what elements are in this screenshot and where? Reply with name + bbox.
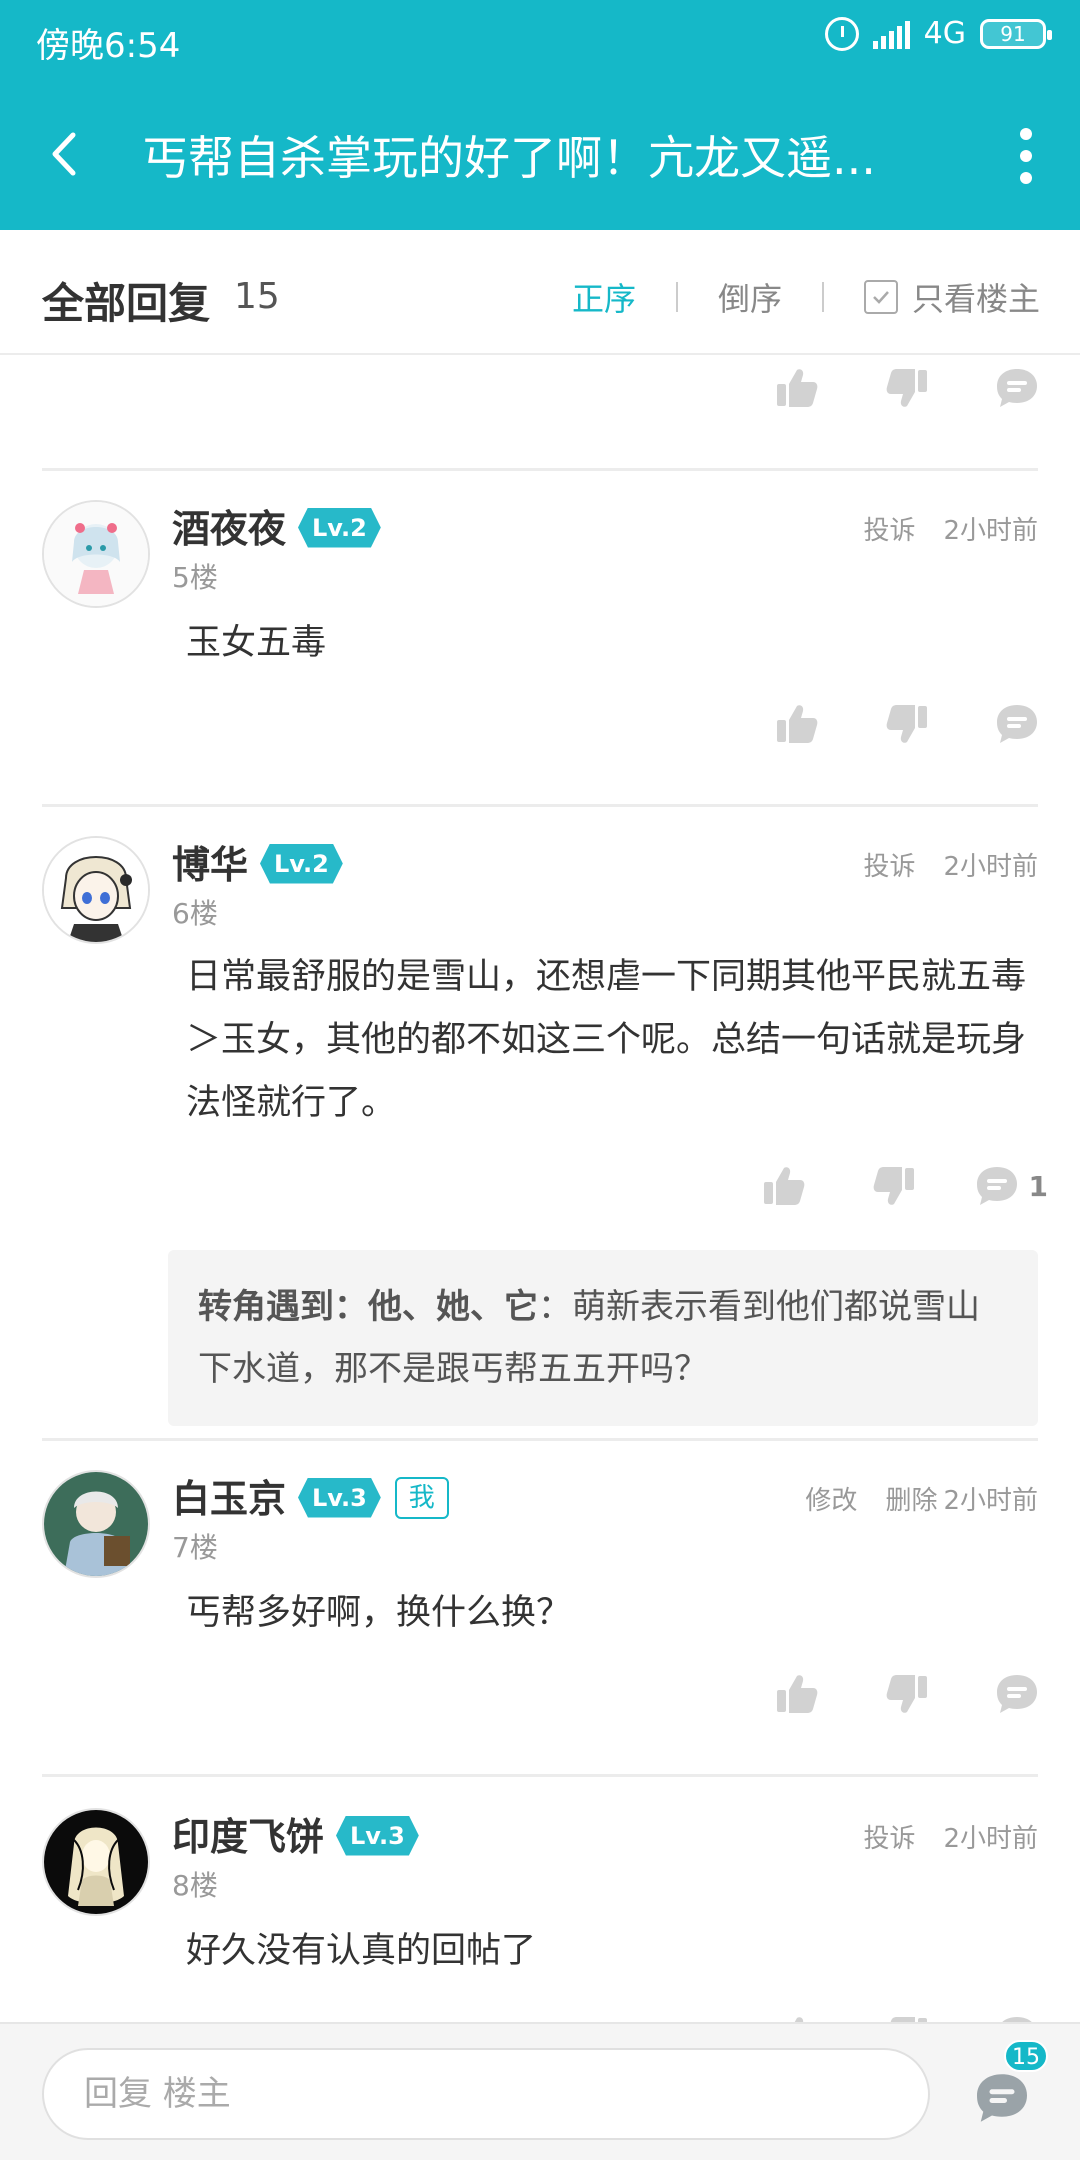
username[interactable]: 印度飞饼 Lv.3 — [172, 1806, 419, 1861]
post-time: 2小时前 — [943, 852, 1038, 882]
avatar[interactable] — [42, 500, 150, 608]
edit-button[interactable]: 修改 — [805, 1480, 857, 1517]
post-actions — [718, 2008, 1048, 2022]
divider — [42, 1438, 1038, 1441]
thumbs-down-icon[interactable] — [876, 696, 938, 752]
comment-icon[interactable] — [986, 2008, 1048, 2022]
post-meta: 投诉 2小时前 — [863, 846, 1038, 883]
only-op-toggle[interactable]: 只看楼主 — [863, 274, 1040, 320]
username-text: 印度飞饼 — [172, 1815, 325, 1859]
replies-count: 15 — [234, 276, 280, 317]
thumbs-up-icon[interactable] — [766, 360, 828, 416]
comment-icon — [977, 2074, 1027, 2122]
sub-reply-author[interactable]: 转角遇到：他、她、它 — [198, 1287, 538, 1327]
reply-count-badge: 15 — [1004, 2040, 1048, 2072]
sort-separator — [675, 282, 678, 312]
thumbs-down-icon[interactable] — [876, 2008, 938, 2022]
thumbs-up-icon[interactable] — [766, 2008, 828, 2022]
back-arrow-icon[interactable] — [40, 124, 90, 184]
username-text: 酒夜夜 — [172, 507, 287, 551]
post-actions: 1 — [705, 1158, 1048, 1214]
divider — [42, 1774, 1038, 1777]
battery-level: 91 — [1000, 21, 1026, 46]
alarm-icon — [824, 16, 859, 51]
comment-count: 1 — [1028, 1169, 1048, 1203]
thumbs-up-icon[interactable] — [766, 696, 828, 752]
floor-number: 7楼 — [172, 1531, 218, 1564]
avatar[interactable] — [42, 1808, 150, 1916]
reply-input[interactable]: 回复 楼主 — [42, 2048, 930, 2140]
title-bar: 丐帮自杀掌玩的好了啊！亢龙又遥... — [0, 100, 1080, 210]
reply-bar: 回复 楼主 — [0, 2022, 1080, 2160]
sort-separator — [821, 282, 824, 312]
level-badge: Lv.3 — [298, 1477, 381, 1518]
app-header: 傍晚6:54 4G 91 丐帮自杀掌玩的好了啊！亢龙又遥... — [0, 0, 1080, 230]
page-title: 丐帮自杀掌玩的好了啊！亢龙又遥... — [142, 131, 876, 185]
report-button[interactable]: 投诉 — [863, 846, 915, 883]
floor-number: 6楼 — [172, 897, 218, 930]
level-badge: Lv.2 — [260, 843, 343, 884]
replies-header: 全部回复 15 正序 倒序 只看楼主 — [0, 230, 1080, 355]
self-tag: 我 — [394, 1476, 449, 1519]
post-time: 2小时前 — [943, 1824, 1038, 1854]
replies-title: 全部回复 — [42, 279, 211, 328]
level-badge: Lv.3 — [336, 1815, 419, 1856]
username[interactable]: 白玉京 Lv.3 我 — [172, 1468, 449, 1523]
comment-icon[interactable] — [986, 696, 1048, 752]
divider — [42, 804, 1038, 807]
comment-icon[interactable] — [986, 1666, 1048, 1722]
sub-reply-sep: ： — [538, 1287, 572, 1327]
post-meta: 投诉 2小时前 — [863, 1818, 1038, 1855]
post-time: 2小时前 — [943, 516, 1038, 546]
sub-reply[interactable]: 转角遇到：他、她、它：萌新表示看到他们都说雪山下水道，那不是跟丐帮五五开吗？ — [168, 1250, 1038, 1426]
comment-button[interactable]: 1 — [973, 1158, 1048, 1214]
level-badge: Lv.2 — [298, 507, 381, 548]
post-meta: 投诉 2小时前 — [863, 510, 1038, 547]
floor-number: 8楼 — [172, 1869, 218, 1902]
comment-list-button[interactable] — [972, 2068, 1036, 2132]
status-icons: 4G 91 — [824, 16, 1052, 51]
reply-content: 日常最舒服的是雪山，还想虐一下同期其他平民就五毒＞玉女，其他的都不如这三个呢。总… — [186, 957, 1027, 1123]
status-bar: 傍晚6:54 4G 91 — [0, 0, 1080, 80]
floor-number: 5楼 — [172, 561, 218, 594]
only-op-label: 只看楼主 — [911, 280, 1040, 318]
status-time: 傍晚6:54 — [36, 26, 181, 66]
reply-content: 好久没有认真的回帖了 — [186, 1931, 537, 1971]
post-actions — [718, 696, 1048, 752]
reply-list[interactable]: 酒夜夜 Lv.2 5楼 投诉 2小时前 玉女五毒 博华 Lv.2 6楼 投诉 2… — [0, 356, 1080, 2022]
delete-button[interactable]: 删除 — [885, 1480, 937, 1517]
thumbs-up-icon[interactable] — [753, 1158, 815, 1214]
sort-desc-button[interactable]: 倒序 — [718, 274, 782, 320]
post-meta: 修改 删除 2小时前 — [805, 1480, 1038, 1517]
comment-icon[interactable] — [986, 360, 1048, 416]
sort-options: 正序 倒序 只看楼主 — [572, 274, 1040, 320]
username-text: 白玉京 — [172, 1477, 287, 1521]
signal-icon — [872, 19, 910, 49]
username[interactable]: 博华 Lv.2 — [172, 834, 343, 889]
username[interactable]: 酒夜夜 Lv.2 — [172, 498, 381, 553]
divider — [42, 468, 1038, 471]
thumbs-down-icon[interactable] — [863, 1158, 925, 1214]
checkbox-icon[interactable] — [863, 280, 898, 314]
reply-content: 玉女五毒 — [186, 623, 327, 663]
username-text: 博华 — [172, 843, 249, 887]
report-button[interactable]: 投诉 — [863, 510, 915, 547]
post-actions — [718, 1666, 1048, 1722]
more-icon[interactable] — [1014, 128, 1038, 184]
thumbs-up-icon[interactable] — [766, 1666, 828, 1722]
network-type: 4G — [923, 16, 966, 51]
avatar[interactable] — [42, 836, 150, 944]
thumbs-down-icon[interactable] — [876, 360, 938, 416]
thumbs-down-icon[interactable] — [876, 1666, 938, 1722]
sort-asc-button[interactable]: 正序 — [572, 274, 636, 320]
comment-icon — [973, 1162, 1021, 1210]
reply-content: 丐帮多好啊，换什么换？ — [186, 1593, 572, 1633]
post-time: 2小时前 — [943, 1486, 1038, 1516]
avatar[interactable] — [42, 1470, 150, 1578]
battery-icon: 91 — [980, 18, 1052, 49]
report-button[interactable]: 投诉 — [863, 1818, 915, 1855]
post-actions — [718, 360, 1048, 416]
